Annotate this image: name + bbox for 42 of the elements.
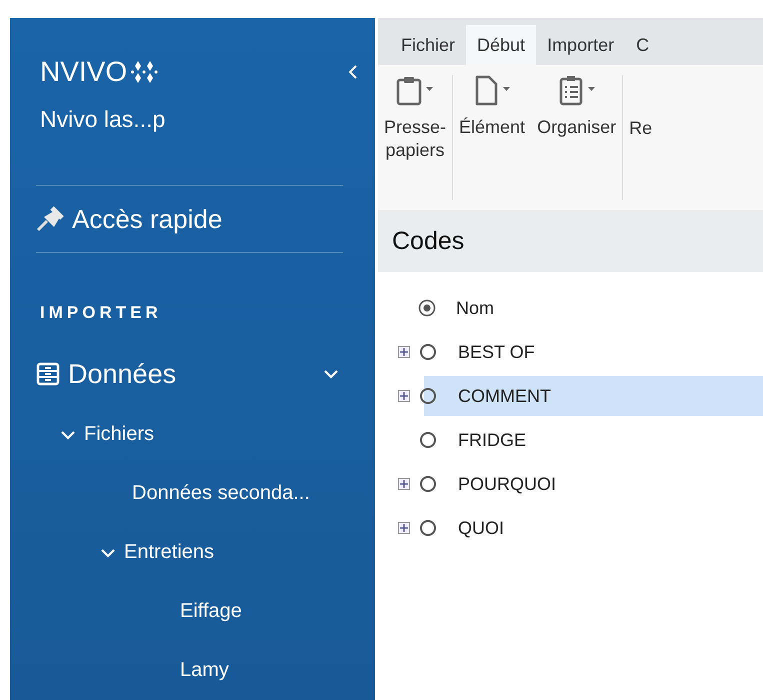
code-circle-icon bbox=[420, 388, 436, 404]
chevron-down-icon[interactable] bbox=[60, 430, 76, 440]
nav-item[interactable]: Fichiers bbox=[60, 423, 154, 446]
nav-item[interactable]: Données seconda... bbox=[132, 482, 310, 505]
ribbon-button[interactable]: Re bbox=[623, 75, 658, 200]
code-circle-icon bbox=[420, 432, 436, 448]
code-item[interactable]: BEST OF bbox=[458, 342, 535, 362]
nav-item[interactable]: Lamy bbox=[180, 659, 229, 682]
code-item[interactable]: FRIDGE bbox=[458, 430, 526, 450]
code-circle-icon bbox=[420, 520, 436, 536]
nav-item[interactable]: Données bbox=[36, 358, 176, 390]
project-name: Nvivo las...p bbox=[40, 106, 166, 133]
quick-access-item[interactable]: Accès rapide bbox=[36, 204, 222, 234]
chevron-down-icon[interactable] bbox=[100, 548, 116, 558]
pin-icon bbox=[36, 206, 66, 232]
code-circle-icon bbox=[420, 476, 436, 492]
code-circle-icon bbox=[420, 344, 436, 360]
panel-title: Codes bbox=[378, 210, 763, 272]
expand-icon[interactable] bbox=[398, 478, 410, 490]
section-header: IMPORTER bbox=[40, 303, 163, 323]
logo-text: NVIVO bbox=[40, 56, 128, 88]
ribbon-tab[interactable]: Début bbox=[466, 25, 536, 65]
expand-icon[interactable] bbox=[398, 390, 410, 402]
clipboard-icon bbox=[395, 75, 435, 106]
code-item[interactable]: POURQUOI bbox=[458, 474, 556, 494]
chevron-down-icon[interactable] bbox=[323, 369, 339, 379]
ribbon-button[interactable]: Presse- papiers bbox=[378, 75, 452, 200]
sort-icon[interactable] bbox=[418, 299, 436, 317]
database-icon bbox=[36, 362, 60, 386]
collapse-icon[interactable] bbox=[349, 65, 357, 79]
expand-icon[interactable] bbox=[398, 346, 410, 358]
expand-icon[interactable] bbox=[398, 522, 410, 534]
nav-item[interactable]: Entretiens bbox=[100, 541, 214, 564]
ribbon-tab[interactable]: C bbox=[625, 25, 660, 65]
nav-item[interactable]: Eiffage bbox=[180, 600, 242, 623]
ribbon-tab[interactable]: Importer bbox=[536, 25, 626, 65]
ribbon-tab[interactable]: Fichier bbox=[390, 25, 466, 65]
column-header[interactable]: Nom bbox=[456, 298, 494, 318]
code-item[interactable]: QUOI bbox=[458, 518, 504, 538]
ribbon-button[interactable]: Élément bbox=[453, 75, 532, 200]
ribbon-button[interactable]: Organiser bbox=[531, 75, 622, 200]
code-item[interactable]: COMMENT bbox=[458, 386, 551, 406]
